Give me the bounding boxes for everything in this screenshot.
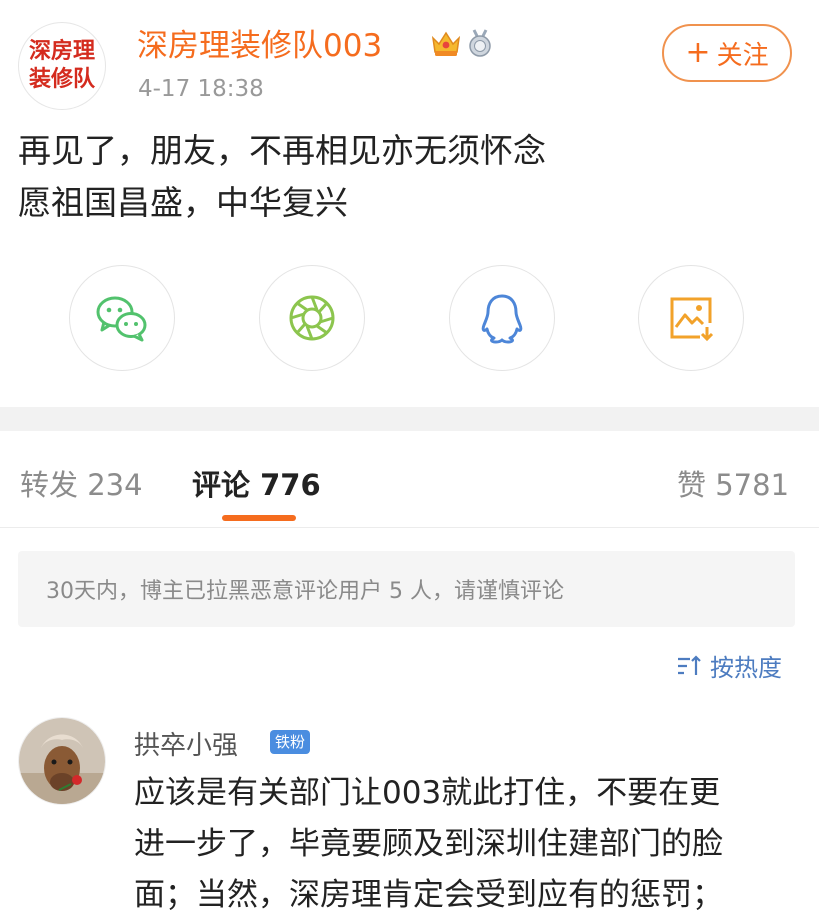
comment-line-1: 应该是有关部门让003就此打住，不要在更	[134, 775, 721, 811]
user-badges	[430, 28, 494, 58]
moments-icon	[289, 295, 335, 341]
tab-like-label: 赞	[677, 468, 707, 502]
comment-notice: 30天内，博主已拉黑恶意评论用户 5 人，请谨慎评论	[18, 551, 795, 627]
tab-comment-label: 评论	[192, 468, 251, 502]
follow-button[interactable]: + 关注	[662, 24, 792, 82]
save-image-icon	[670, 297, 714, 342]
save-image-button[interactable]	[638, 265, 744, 371]
tab-like-count: 5781	[715, 468, 790, 502]
tabs-divider	[0, 527, 819, 528]
avatar-text-line-1: 深房理	[28, 39, 95, 64]
tab-repost[interactable]: 转发 234	[20, 462, 143, 504]
tab-repost-label: 转发	[20, 468, 79, 502]
commenter-name[interactable]: 拱卒小强	[134, 725, 238, 762]
qq-icon	[481, 294, 523, 344]
comment-text: 应该是有关部门让003就此打住，不要在更 进一步了，毕竟要顾及到深圳住建部门的脸…	[134, 768, 794, 921]
fan-badge: 铁粉	[270, 730, 311, 754]
sort-label: 按热度	[710, 654, 782, 682]
tab-like[interactable]: 赞 5781	[677, 462, 789, 504]
share-moments-button[interactable]	[259, 265, 365, 371]
follow-label: 关注	[716, 40, 769, 71]
share-qq-button[interactable]	[449, 265, 555, 371]
comment-line-2: 进一步了，毕竟要顾及到深圳住建部门的脸	[134, 826, 723, 862]
active-tab-indicator	[222, 515, 296, 521]
avatar-text-line-2: 装修队	[28, 67, 95, 92]
author-name[interactable]: 深房理装修队003	[137, 20, 382, 65]
post-time: 4-17 18:38	[138, 76, 264, 102]
post-line-2: 愿祖国昌盛，中华复兴	[18, 183, 348, 222]
post-line-1: 再见了，朋友，不再相见亦无须怀念	[18, 131, 546, 170]
sort-by-hot-button[interactable]: 按热度	[676, 648, 782, 683]
pony-avatar-image	[19, 718, 105, 804]
commenter-avatar[interactable]	[18, 717, 106, 805]
sort-icon	[678, 654, 701, 675]
medal-badge-icon	[469, 29, 491, 57]
post-text: 再见了，朋友，不再相见亦无须怀念 愿祖国昌盛，中华复兴	[18, 125, 546, 229]
comment-line-3: 面；当然，深房理肯定会受到应有的惩罚；	[134, 877, 723, 913]
author-avatar[interactable]: 深房理 装修队	[18, 22, 106, 110]
share-wechat-button[interactable]	[69, 265, 175, 371]
tab-repost-count: 234	[87, 468, 143, 502]
wechat-icon	[96, 296, 147, 342]
crown-badge-icon	[431, 31, 461, 56]
section-divider	[0, 407, 819, 431]
tab-comment-count: 776	[260, 468, 321, 502]
tab-comment[interactable]: 评论 776	[192, 462, 321, 504]
plus-icon: +	[685, 35, 711, 70]
